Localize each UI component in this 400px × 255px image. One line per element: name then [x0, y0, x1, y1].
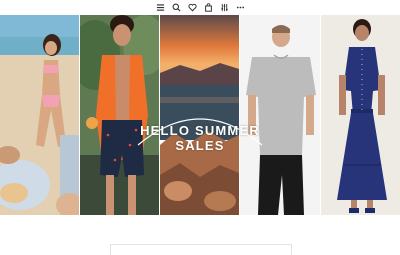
- filter-icon[interactable]: [219, 2, 230, 13]
- beach-photo[interactable]: [0, 15, 79, 215]
- heart-icon[interactable]: [187, 2, 198, 13]
- top-toolbar: [0, 0, 400, 14]
- banner-headline: HELLO SUMMER SALES: [120, 123, 280, 153]
- woman-blue-dress-photo[interactable]: [321, 15, 400, 215]
- more-icon[interactable]: [235, 2, 246, 13]
- headline-line-1: HELLO SUMMER: [140, 123, 260, 138]
- bag-icon[interactable]: [203, 2, 214, 13]
- menu-icon[interactable]: [155, 2, 166, 13]
- search-icon[interactable]: [171, 2, 182, 13]
- headline-line-2: SALES: [175, 138, 225, 153]
- hero-banner[interactable]: HELLO SUMMER SALES: [0, 15, 400, 215]
